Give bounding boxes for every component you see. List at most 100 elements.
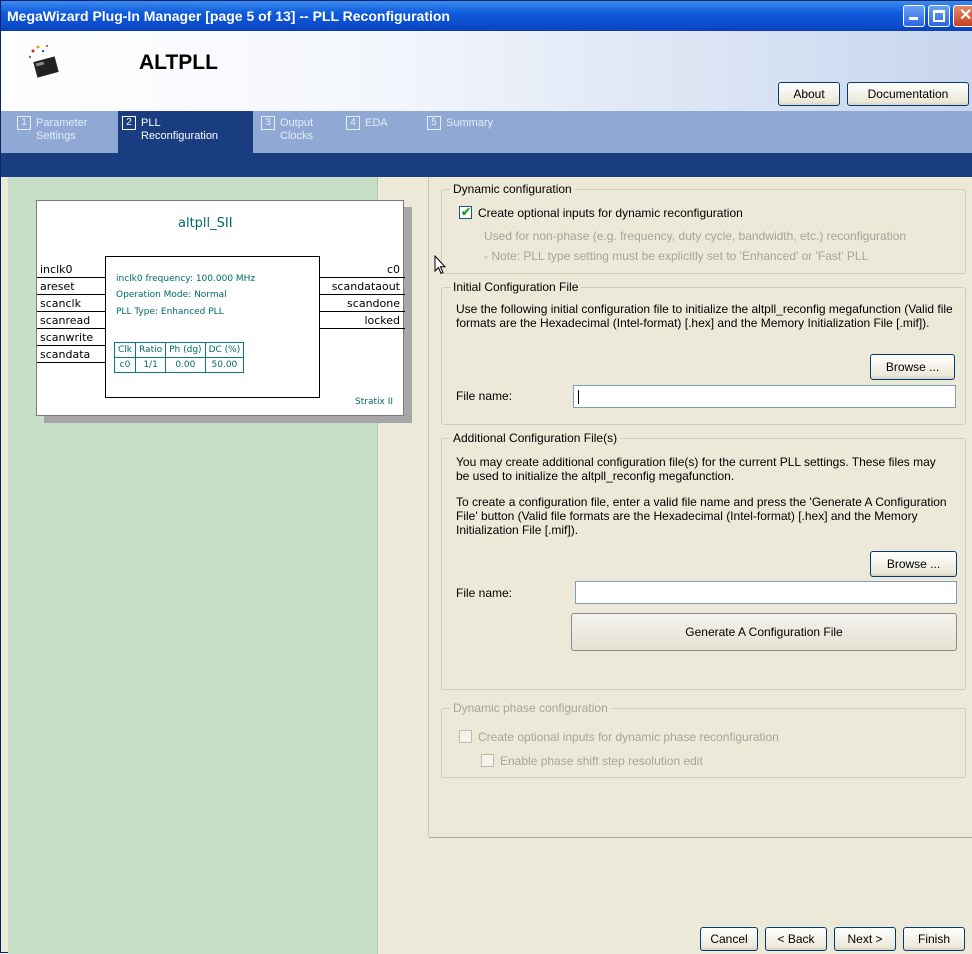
about-label: About	[793, 87, 825, 101]
tab-label: Parameter Settings	[36, 117, 88, 142]
tab-number: 2	[122, 116, 136, 130]
clock-cell: 1/1	[134, 357, 167, 373]
checkmark-icon: ✔	[461, 205, 472, 219]
input-pin-line	[37, 362, 105, 363]
clock-header: Ratio	[134, 342, 167, 358]
megawizard-logo-icon	[28, 45, 59, 78]
close-icon: ✕	[959, 7, 972, 24]
pll-symbol-diagram: altpll_SII inclk0 frequency: 100.000 MHz…	[36, 200, 405, 416]
output-pin-line	[320, 294, 405, 295]
browse-label: Browse ...	[886, 557, 941, 571]
input-pin-label: scanread	[40, 314, 91, 327]
documentation-label: Documentation	[867, 87, 949, 101]
wizard-header: ALTPLL About Documentation	[1, 31, 972, 111]
clock-header: Ph (dg)	[165, 342, 206, 358]
additional-browse-button[interactable]: Browse ...	[870, 551, 957, 577]
tab-number: 3	[261, 116, 275, 130]
dynamic-note-2: - Note: PLL type setting must be explici…	[484, 249, 869, 263]
symbol-body: inclk0 frequency: 100.000 MHz Operation …	[105, 256, 320, 398]
tab-output-clocks[interactable]: 3 Output Clocks	[257, 111, 339, 153]
output-pin-line	[320, 311, 405, 312]
phase-reconfig-label[interactable]: Create optional inputs for dynamic phase…	[478, 730, 779, 744]
input-pin-label: scanwrite	[40, 331, 94, 344]
clock-cell: 0.00	[165, 357, 206, 373]
phase-step-edit-label[interactable]: Enable phase shift step resolution edit	[500, 754, 703, 768]
tab-label: PLL Reconfiguration	[141, 117, 219, 142]
symbol-info-frequency: inclk0 frequency: 100.000 MHz	[116, 274, 256, 284]
title-bar[interactable]: MegaWizard Plug-In Manager [page 5 of 13…	[1, 1, 972, 31]
footer-separator	[429, 837, 972, 838]
mouse-pointer-icon	[434, 255, 446, 275]
group-title: Initial Configuration File	[450, 280, 582, 294]
phase-step-edit-checkbox[interactable]	[481, 754, 494, 767]
tab-label: Output Clocks	[280, 117, 314, 142]
close-button[interactable]: ✕	[953, 5, 972, 27]
initial-config-description: Use the following initial configuration …	[456, 302, 953, 330]
page-tabs: 1 Parameter Settings 2 PLL Reconfigurati…	[1, 111, 972, 153]
output-pin-label: locked	[364, 314, 400, 327]
clock-header: DC (%)	[204, 342, 245, 358]
tab-summary[interactable]: 5 Summary	[423, 111, 513, 153]
tab-number: 5	[427, 116, 441, 130]
symbol-info-mode: Operation Mode: Normal	[116, 290, 227, 300]
next-button[interactable]: Next >	[834, 927, 896, 951]
minimize-button[interactable]	[903, 5, 925, 27]
tab-label: Summary	[446, 117, 494, 129]
initial-file-label: File name:	[456, 389, 513, 403]
tab-underline-bar	[1, 153, 972, 177]
additional-file-label: File name:	[456, 586, 513, 600]
cancel-button[interactable]: Cancel	[700, 927, 758, 951]
megafunction-name: ALTPLL	[139, 51, 218, 74]
tab-parameter-settings[interactable]: 1 Parameter Settings	[13, 111, 113, 153]
output-pin-label: scandataout	[331, 280, 400, 293]
dynamic-reconfig-label[interactable]: Create optional inputs for dynamic recon…	[478, 206, 743, 220]
maximize-icon	[933, 10, 945, 22]
device-family-label: Stratix II	[355, 397, 393, 407]
output-pin-label: scandone	[347, 297, 400, 310]
clock-table: Clk Ratio Ph (dg) DC (%) c0 1/1 0.00 50.…	[114, 342, 245, 373]
input-pin-line	[37, 345, 105, 346]
clock-cell: c0	[114, 357, 136, 373]
generate-config-file-button[interactable]: Generate A Configuration File	[571, 613, 957, 651]
initial-file-input[interactable]	[573, 385, 956, 408]
cancel-label: Cancel	[710, 932, 748, 946]
additional-file-input[interactable]	[575, 581, 957, 604]
group-title: Dynamic phase configuration	[450, 701, 611, 715]
generate-label: Generate A Configuration File	[685, 625, 843, 639]
additional-config-description-2: To create a configuration file, enter a …	[456, 495, 947, 537]
about-button[interactable]: About	[778, 82, 840, 106]
wizard-window: MegaWizard Plug-In Manager [page 5 of 13…	[0, 0, 972, 954]
input-pin-line	[37, 328, 105, 329]
back-label: < Back	[777, 932, 815, 946]
minimize-icon	[909, 17, 918, 20]
tab-pll-reconfiguration[interactable]: 2 PLL Reconfiguration	[118, 111, 253, 153]
back-button[interactable]: < Back	[765, 927, 827, 951]
symbol-info-type: PLL Type: Enhanced PLL	[116, 307, 224, 317]
tab-eda[interactable]: 4 EDA	[342, 111, 420, 153]
window-title: MegaWizard Plug-In Manager [page 5 of 13…	[7, 8, 450, 24]
tab-number: 1	[17, 116, 31, 130]
browse-label: Browse ...	[885, 360, 940, 374]
group-title: Additional Configuration File(s)	[450, 431, 621, 445]
documentation-button[interactable]: Documentation	[847, 82, 969, 106]
input-pin-label: areset	[40, 280, 75, 293]
clock-header: Clk	[114, 342, 136, 358]
symbol-title: altpll_SII	[178, 216, 233, 231]
group-title: Dynamic configuration	[450, 182, 575, 196]
output-pin-line	[320, 277, 405, 278]
finish-button[interactable]: Finish	[903, 927, 965, 951]
input-pin-line	[37, 277, 105, 278]
input-pin-line	[37, 294, 105, 295]
output-pin-label: c0	[386, 263, 400, 276]
maximize-button[interactable]	[928, 5, 950, 27]
additional-config-description-1: You may create additional configuration …	[456, 455, 936, 483]
input-pin-label: scandata	[40, 348, 91, 361]
panel-divider	[428, 177, 429, 837]
tab-number: 4	[346, 116, 360, 130]
tab-label: EDA	[365, 117, 388, 129]
phase-reconfig-checkbox[interactable]	[459, 730, 472, 743]
finish-label: Finish	[917, 932, 950, 946]
initial-browse-button[interactable]: Browse ...	[870, 354, 955, 380]
dynamic-reconfig-checkbox[interactable]: ✔	[459, 205, 472, 219]
input-pin-label: scanclk	[40, 297, 81, 310]
